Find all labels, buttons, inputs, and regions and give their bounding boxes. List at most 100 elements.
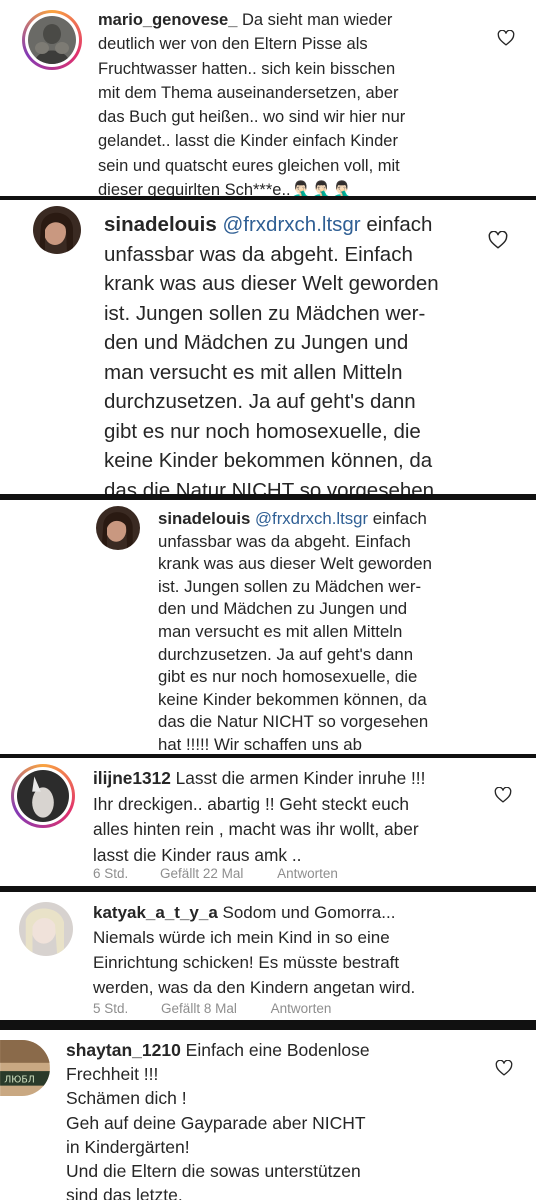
reply-button[interactable]: Antworten xyxy=(271,1001,332,1016)
comment-body: ist. Jungen sollen zu Mädchen wer- xyxy=(158,576,422,596)
comment-line: ist. Jungen sollen zu Mädchen wer- xyxy=(104,299,439,329)
comment-body: deutlich wer von den Eltern Pisse als xyxy=(98,35,368,54)
comment-body: keine Kinder bekommen können, da xyxy=(104,449,433,472)
comment-line: gelandet.. lasst die Kinder einfach Kind… xyxy=(98,129,405,153)
comment-line: den und Mädchen zu Jungen und xyxy=(158,598,432,621)
comment-line: dieser gequirlten Sch***e..🤦🏻‍♂️🤦🏻‍♂️🤦🏻‍… xyxy=(98,178,405,196)
comment-body: einfach xyxy=(360,213,433,236)
comment-line: mit dem Thema auseinandersetzen, aber xyxy=(98,81,405,105)
comment-line: krank was aus dieser Welt geworden xyxy=(104,269,439,299)
comment-line: in Kindergärten! xyxy=(66,1135,370,1159)
comment-body: lasst die Kinder raus amk .. xyxy=(93,844,302,865)
separator xyxy=(0,1020,536,1030)
comment-line: das die Natur NICHT so vorgesehen xyxy=(104,476,439,495)
comment-line: werden, was da den Kindern angetan wird. xyxy=(93,975,415,1000)
username[interactable]: mario_genovese_ xyxy=(98,11,237,29)
comment-line: Einrichtung schicken! Es müsste bestraft xyxy=(93,950,415,975)
heart-outline-icon[interactable] xyxy=(495,1060,513,1076)
comment-meta: 6 Std. Gefällt 22 Mal Antworten xyxy=(93,866,338,881)
comment-body: durchzusetzen. Ja auf geht's dann xyxy=(104,390,416,413)
avatar[interactable] xyxy=(96,506,140,550)
comment-body: mit dem Thema auseinandersetzen, aber xyxy=(98,83,399,102)
likes-count[interactable]: Gefällt 22 Mal xyxy=(160,866,243,881)
comment-line: alles hinten rein , macht was ihr wollt,… xyxy=(93,817,425,843)
comment-body: Frechheit !!! xyxy=(66,1064,159,1085)
username[interactable]: sinadelouis xyxy=(104,213,217,236)
comment-body: hat !!!!! Wir schaffen uns ab xyxy=(158,734,362,754)
avatar[interactable] xyxy=(33,206,81,254)
comment-text: sinadelouis @frxdrxch.ltsgr einfach unfas… xyxy=(104,210,439,494)
comment-line: Niemals würde ich mein Kind in so eine xyxy=(93,925,415,950)
comment-body: durchzusetzen. Ja auf geht's dann xyxy=(158,644,414,664)
comment-line: sinadelouis @frxdrxch.ltsgr einfach xyxy=(158,508,432,531)
comment-line: unfassbar was da abgeht. Einfach xyxy=(158,531,432,554)
comment-line: mario_genovese_ Da sieht man wieder xyxy=(98,8,405,32)
comment-line: katyak_a_t_y_a Sodom und Gomorra... xyxy=(93,900,415,925)
comment-body: den und Mädchen zu Jungen und xyxy=(104,331,409,354)
comment-body: Und die Eltern die sowas unterstützen xyxy=(66,1161,361,1182)
comment-text: katyak_a_t_y_a Sodom und Gomorra... Niema… xyxy=(93,900,415,1000)
comment-line: Fruchtwasser hatten.. sich kein bisschen xyxy=(98,57,405,81)
likes-count[interactable]: Gefällt 8 Mal xyxy=(161,1001,237,1016)
username[interactable]: shaytan_1210 xyxy=(66,1040,181,1060)
comment-line: gibt es nur noch homosexuelle, die xyxy=(104,417,439,447)
comment-body: gibt es nur noch homosexuelle, die xyxy=(104,419,421,443)
comment-body: Ihr dreckigen.. abartig !! Geht steckt e… xyxy=(93,793,410,814)
comment-line: gibt es nur noch homosexuelle, die xyxy=(158,666,432,689)
comment-body: ist. Jungen sollen zu Mädchen wer- xyxy=(104,301,426,325)
heart-outline-icon[interactable] xyxy=(494,787,512,803)
comment-body: sein und quatscht eures gleichen voll, m… xyxy=(98,156,400,175)
comment-line: durchzusetzen. Ja auf geht's dann xyxy=(104,387,439,417)
username[interactable]: ilijne1312 xyxy=(93,768,171,788)
comment-line: krank was aus dieser Welt geworden xyxy=(158,553,432,576)
comment-2: sinadelouis @frxdrxch.ltsgr einfach unfas… xyxy=(0,200,536,494)
comment-body: alles hinten rein , macht was ihr wollt,… xyxy=(93,819,419,839)
mention-link[interactable]: @frxdrxch.ltsgr xyxy=(250,509,368,528)
comment-body: Einfach eine Bodenlose xyxy=(180,1040,370,1060)
comment-line: shaytan_1210 Einfach eine Bodenlose xyxy=(66,1038,370,1062)
comment-body: Schämen dich ! xyxy=(66,1088,187,1109)
comment-line: hat !!!!! Wir schaffen uns ab xyxy=(158,734,432,754)
comment-body: einfach xyxy=(368,509,427,528)
comment-body: das die Natur NICHT so vorgesehen xyxy=(158,712,429,732)
comment-line: sind das letzte. xyxy=(66,1183,370,1200)
avatar[interactable] xyxy=(17,770,69,822)
comment-body: in Kindergärten! xyxy=(66,1136,190,1157)
avatar[interactable] xyxy=(28,16,76,64)
comment-body: gibt es nur noch homosexuelle, die xyxy=(158,667,418,687)
comment-line: ilijne1312 Lasst die armen Kinder inruhe… xyxy=(93,766,425,792)
comment-body: werden, was da den Kindern angetan wird. xyxy=(93,978,416,997)
comment-body: das Buch gut heißen.. wo sind wir hier n… xyxy=(98,108,406,127)
comment-body: Niemals würde ich mein Kind in so eine xyxy=(93,928,390,947)
avatar[interactable]: ЛЮБЛ xyxy=(0,1040,50,1096)
comment-body: das die Natur NICHT so vorgesehen xyxy=(104,478,435,495)
svg-text:ЛЮБЛ: ЛЮБЛ xyxy=(4,1075,35,1086)
comment-line: sein und quatscht eures gleichen voll, m… xyxy=(98,154,405,178)
comment-line: keine Kinder bekommen können, da xyxy=(104,446,439,476)
comment-line: man versucht es mit allen Mitteln xyxy=(158,621,432,644)
heart-outline-icon[interactable] xyxy=(497,30,515,46)
comment-line: das Buch gut heißen.. wo sind wir hier n… xyxy=(98,105,405,129)
comment-body: sind das letzte. xyxy=(66,1185,183,1200)
avatar[interactable] xyxy=(19,902,73,956)
reply-button[interactable]: Antworten xyxy=(277,866,338,881)
comment-body: den und Mädchen zu Jungen und xyxy=(158,599,408,619)
comment-3: sinadelouis @frxdrxch.ltsgr einfach unfas… xyxy=(0,500,536,754)
comment-line: Schämen dich ! xyxy=(66,1086,370,1110)
comment-line: Ihr dreckigen.. abartig !! Geht steckt e… xyxy=(93,792,425,818)
comment-line: sinadelouis @frxdrxch.ltsgr einfach xyxy=(104,210,439,240)
username[interactable]: katyak_a_t_y_a xyxy=(93,903,218,922)
heart-outline-icon[interactable] xyxy=(488,231,508,249)
comment-6: ЛЮБЛ shaytan_1210 Einfach eine Bodenlose… xyxy=(0,1030,536,1200)
timestamp: 5 Std. xyxy=(93,1001,129,1016)
comment-line: unfassbar was da abgeht. Einfach xyxy=(104,240,439,270)
comment-line: Geh auf deine Gayparade aber NICHT xyxy=(66,1111,370,1135)
mention-link[interactable]: @frxdrxch.ltsgr xyxy=(217,213,360,236)
comment-body: Geh auf deine Gayparade aber NICHT xyxy=(66,1112,366,1133)
username[interactable]: sinadelouis xyxy=(158,509,250,528)
comment-body: Da sieht man wieder xyxy=(237,11,393,29)
comment-line: ist. Jungen sollen zu Mädchen wer- xyxy=(158,576,432,599)
comment-1: mario_genovese_ Da sieht man wieder deutl… xyxy=(0,0,536,196)
comment-body: krank was aus dieser Welt geworden xyxy=(158,554,432,574)
comment-line: den und Mädchen zu Jungen und xyxy=(104,328,439,358)
